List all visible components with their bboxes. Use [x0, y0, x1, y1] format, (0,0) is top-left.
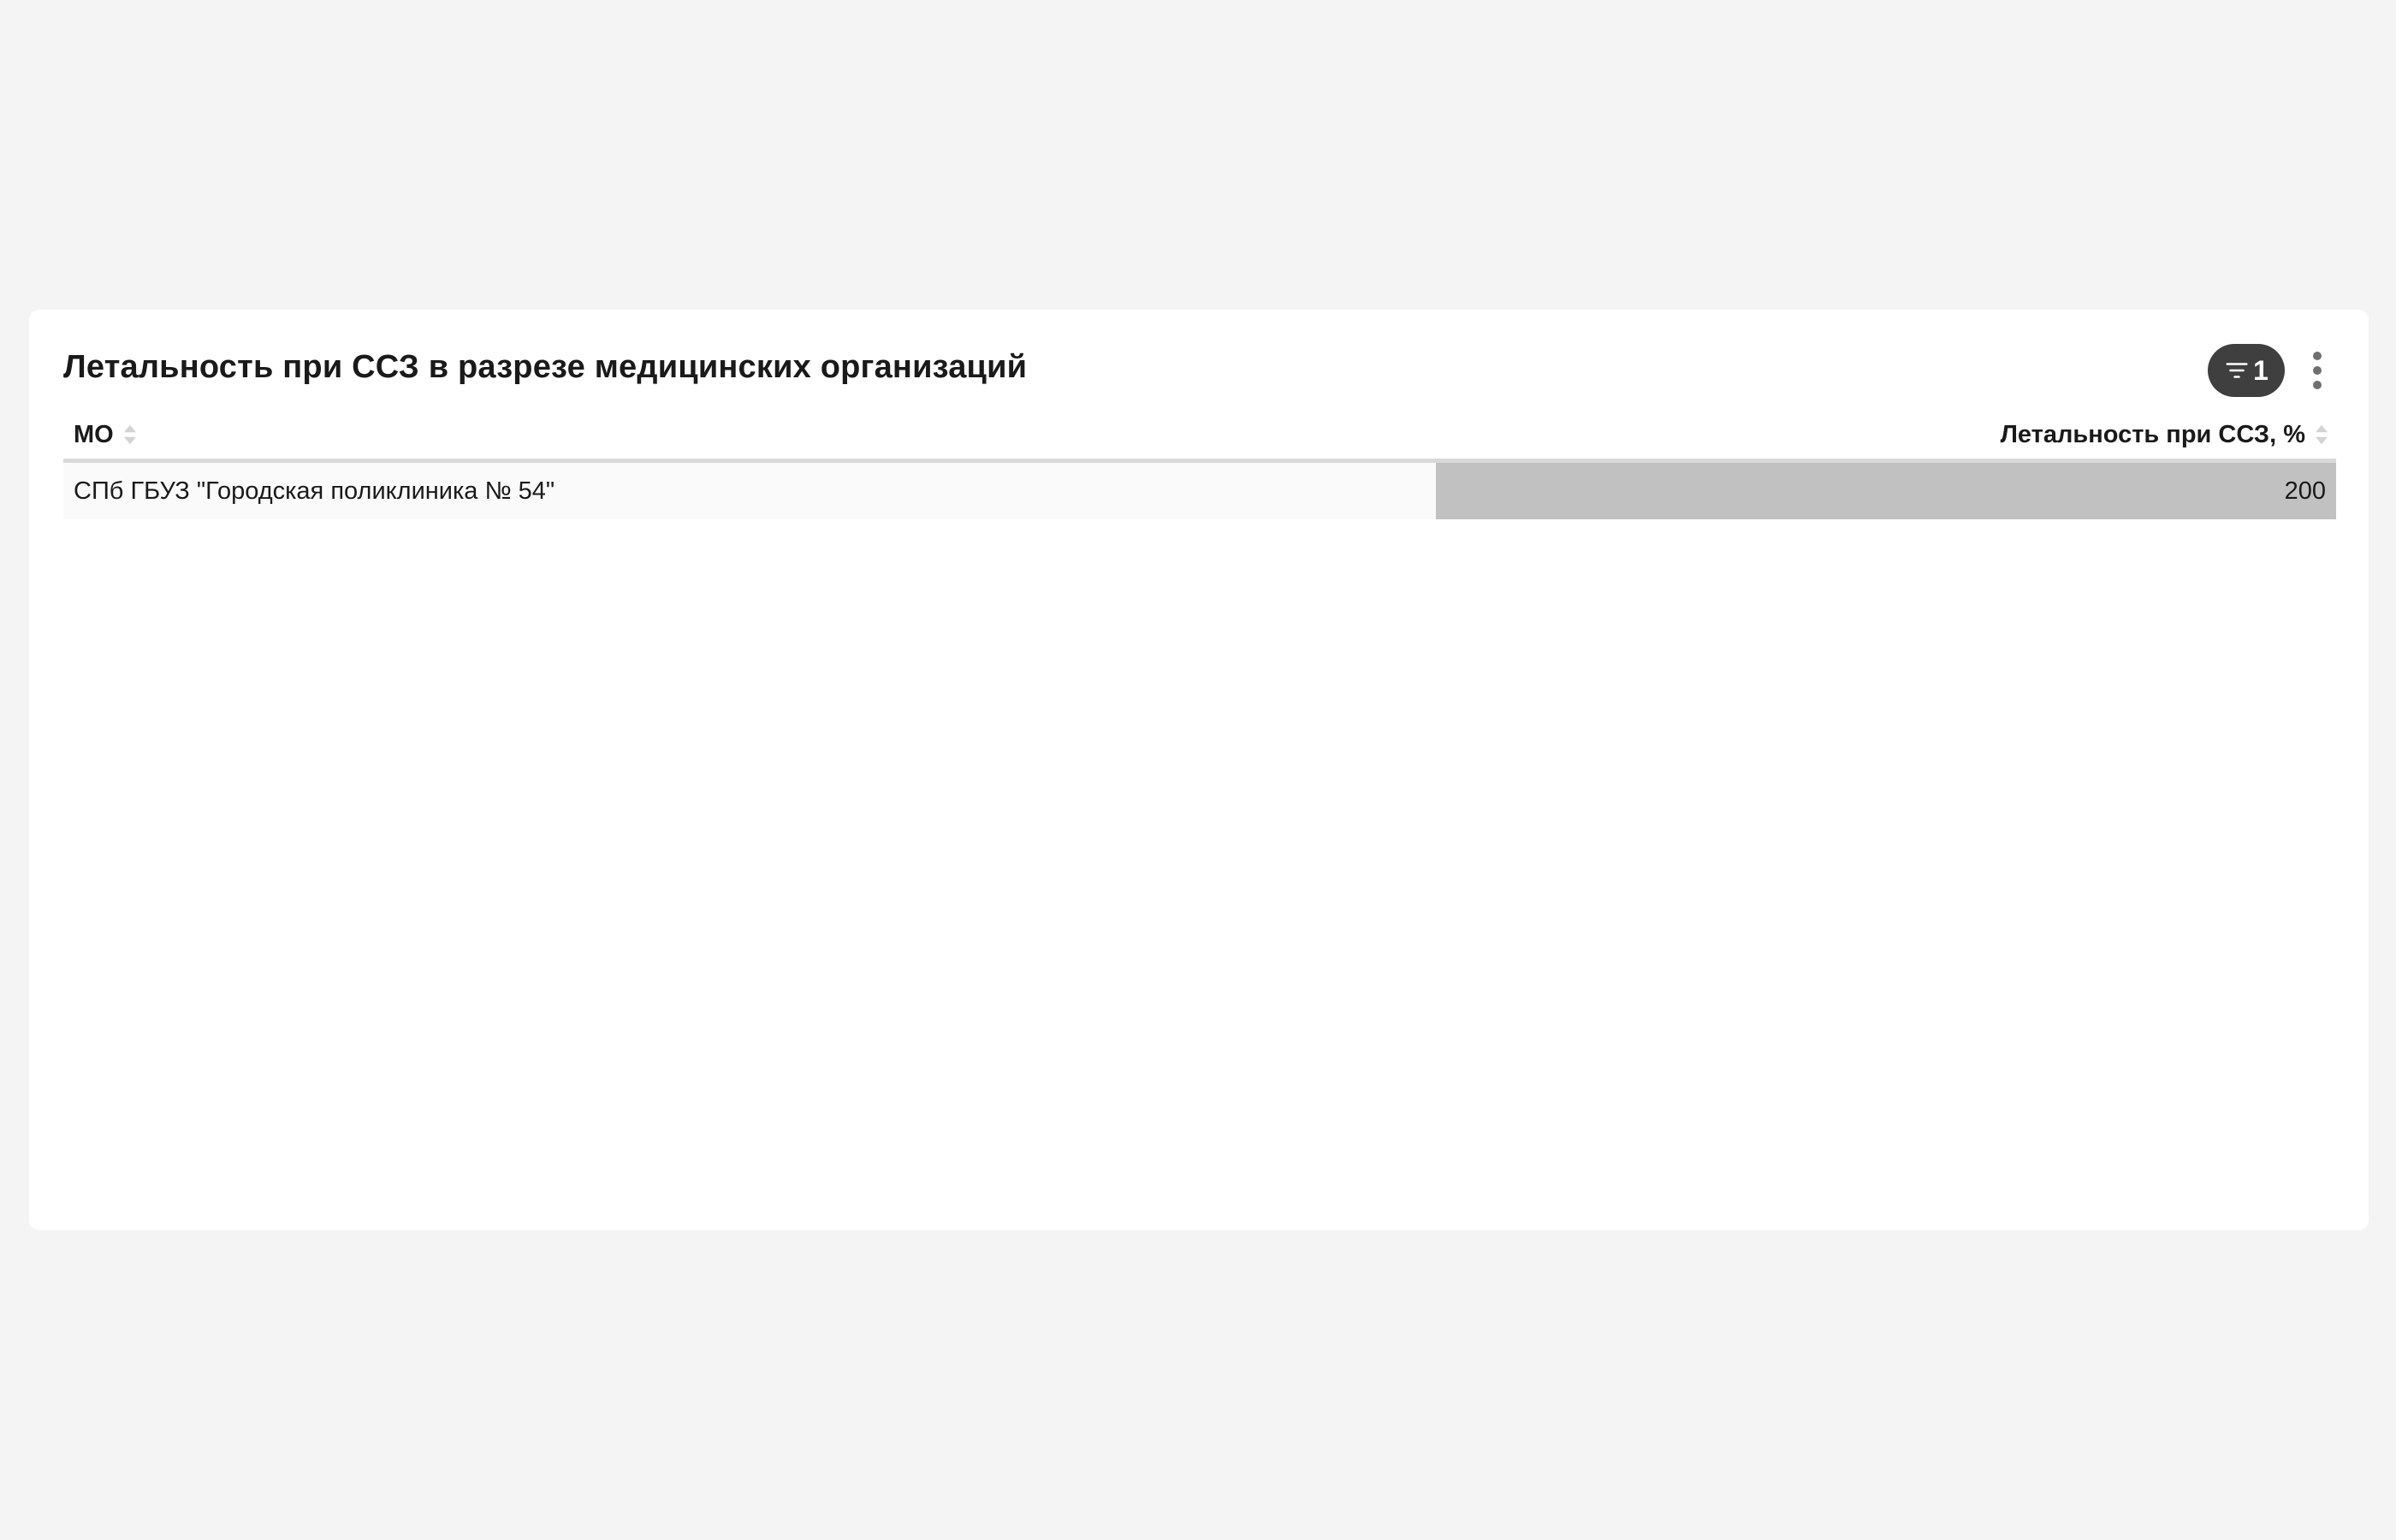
- column-header-mortality[interactable]: Летальность при ССЗ, %: [2001, 411, 2329, 459]
- cell-mortality: 200: [1436, 463, 2336, 519]
- cell-mo: СПб ГБУЗ "Городская поликлиника № 54": [74, 477, 555, 505]
- column-header-mo[interactable]: МО: [74, 411, 138, 459]
- column-header-label: МО: [74, 420, 114, 448]
- cell-value: 200: [2284, 477, 2326, 505]
- widget-card: Летальность при ССЗ в разрезе медицински…: [29, 310, 2369, 1230]
- filter-button[interactable]: 1: [2208, 344, 2285, 397]
- table-body: СПб ГБУЗ "Городская поликлиника № 54" 20…: [63, 463, 2336, 519]
- value-bar: [1436, 463, 2336, 519]
- filter-count-badge: 1: [2253, 354, 2268, 386]
- more-vertical-icon: [2313, 352, 2322, 360]
- filter-icon: [2226, 363, 2248, 378]
- table-row[interactable]: СПб ГБУЗ "Городская поликлиника № 54" 20…: [63, 463, 2336, 519]
- widget-title: Летальность при ССЗ в разрезе медицински…: [63, 349, 1028, 385]
- data-table: МО Летальность при ССЗ, % СПб ГБУЗ "Горо…: [63, 411, 2336, 519]
- column-header-label: Летальность при ССЗ, %: [2000, 420, 2305, 448]
- more-options-button[interactable]: [2300, 344, 2334, 397]
- widget-header: Летальность при ССЗ в разрезе медицински…: [63, 344, 2334, 412]
- sort-icon: [123, 424, 136, 445]
- table-header: МО Летальность при ССЗ, %: [63, 411, 2336, 463]
- sort-icon: [2316, 424, 2328, 445]
